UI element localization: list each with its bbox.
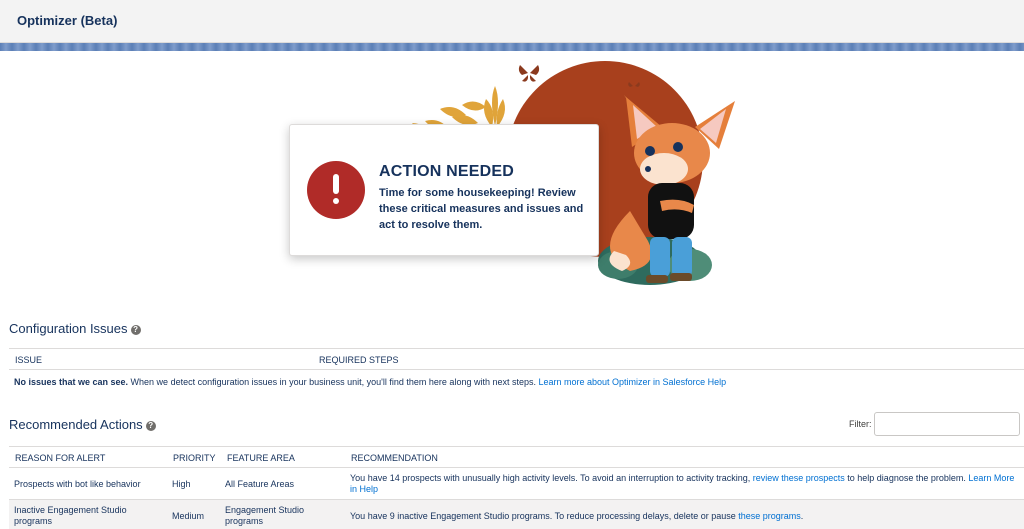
filter-label: Filter: (849, 419, 872, 429)
recommendation-text: You have 9 inactive Engagement Studio pr… (350, 511, 739, 521)
alert-title: ACTION NEEDED (379, 163, 515, 180)
cell-feature-area: Engagement Studio programs (225, 505, 305, 526)
cell-recommendation: You have 9 inactive Engagement Studio pr… (350, 511, 1022, 522)
recommendation-text-after: to help diagnose the problem. (844, 473, 969, 483)
cell-feature-area: All Feature Areas (225, 479, 295, 489)
empty-message-text: When we detect configuration issues in y… (128, 377, 539, 387)
page-title: Optimizer (Beta) (17, 13, 118, 28)
top-bar: Optimizer (Beta) (0, 0, 1024, 43)
table-row: Prospects with bot like behavior High Al… (9, 468, 1024, 500)
configuration-issues-heading: Configuration Issues? (9, 321, 141, 336)
cell-priority: High (172, 479, 191, 489)
column-header-priority[interactable]: PRIORITY (173, 453, 216, 463)
recommendation-text: You have 14 prospects with unusually hig… (350, 473, 753, 483)
section-title: Configuration Issues (9, 321, 128, 336)
filter-input[interactable] (874, 412, 1020, 436)
cell-priority: Medium (172, 511, 205, 521)
column-header-issue[interactable]: ISSUE (15, 355, 42, 365)
help-icon[interactable]: ? (145, 421, 156, 431)
cell-recommendation: You have 14 prospects with unusually hig… (350, 473, 1022, 495)
recommended-actions-table-header: REASON FOR ALERT PRIORITY FEATURE AREA R… (9, 446, 1024, 468)
action-needed-card: ACTION NEEDED Time for some housekeeping… (289, 124, 599, 256)
recommended-actions-heading: Recommended Actions? (9, 417, 156, 432)
cell-reason: Prospects with bot like behavior (14, 479, 141, 489)
alert-message: Time for some housekeeping! Review these… (379, 187, 584, 231)
butterfly-icon (518, 65, 540, 82)
column-header-feature-area[interactable]: FEATURE AREA (227, 453, 295, 463)
alert-exclamation-icon (307, 161, 365, 219)
config-issues-table-header: ISSUE REQUIRED STEPS (9, 348, 1024, 370)
these-programs-link[interactable]: these programs (738, 511, 801, 521)
help-icon[interactable]: ? (130, 325, 141, 335)
table-row: Inactive Engagement Studio programs Medi… (9, 500, 1024, 529)
cell-reason: Inactive Engagement Studio programs (14, 505, 127, 526)
column-header-recommendation[interactable]: RECOMMENDATION (351, 453, 438, 463)
recommendation-text-after: . (800, 511, 804, 521)
optimizer-help-link[interactable]: Learn more about Optimizer in Salesforce… (539, 377, 727, 387)
empty-message-bold: No issues that we can see. (14, 377, 129, 387)
column-header-required-steps[interactable]: REQUIRED STEPS (319, 355, 399, 365)
config-issues-empty-message: No issues that we can see. When we detec… (14, 377, 726, 387)
review-prospects-link[interactable]: review these prospects (753, 473, 845, 483)
decorative-banner-stripe (0, 43, 1024, 51)
column-header-reason[interactable]: REASON FOR ALERT (15, 453, 105, 463)
section-title: Recommended Actions (9, 417, 143, 432)
